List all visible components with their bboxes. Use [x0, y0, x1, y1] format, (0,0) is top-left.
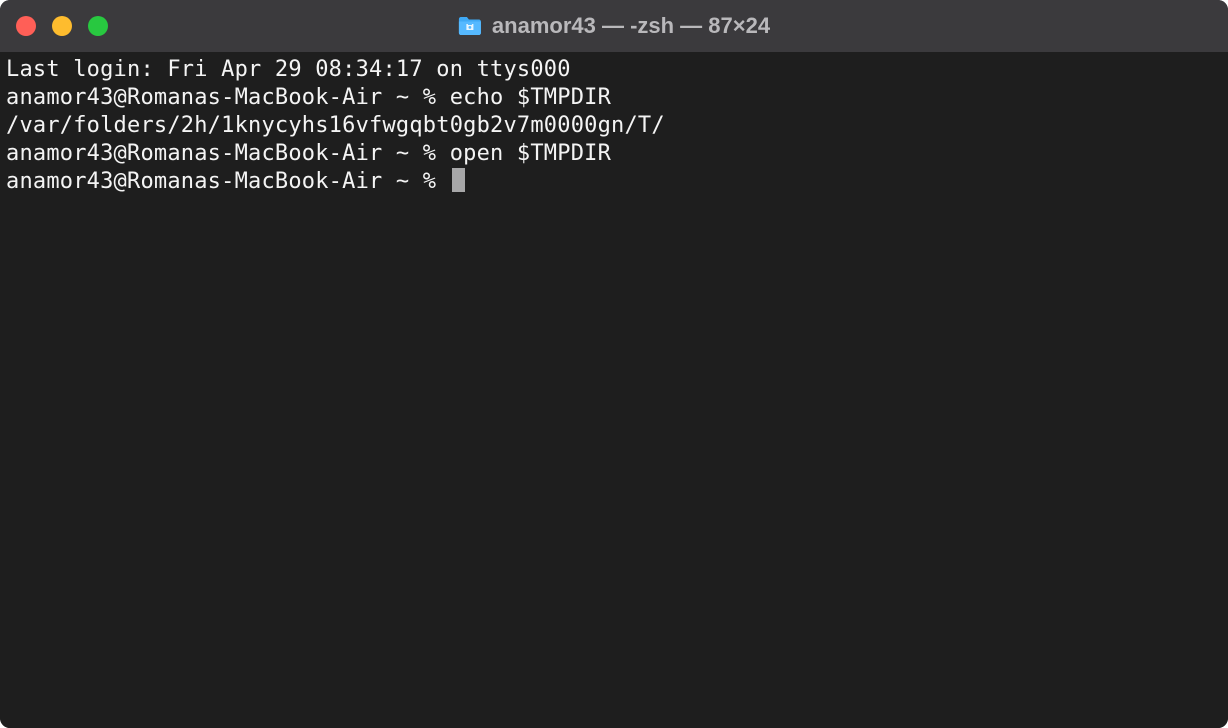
cursor-icon: [452, 168, 465, 192]
minimize-icon[interactable]: [52, 16, 72, 36]
terminal-line: anamor43@Romanas-MacBook-Air ~ % echo $T…: [6, 84, 1222, 112]
close-icon[interactable]: [16, 16, 36, 36]
window-controls: [16, 16, 108, 36]
window-title-group: anamor43 — -zsh — 87×24: [458, 13, 770, 39]
titlebar[interactable]: anamor43 — -zsh — 87×24: [0, 0, 1228, 52]
terminal-window: anamor43 — -zsh — 87×24 Last login: Fri …: [0, 0, 1228, 728]
terminal-line: Last login: Fri Apr 29 08:34:17 on ttys0…: [6, 56, 1222, 84]
terminal-line: /var/folders/2h/1knycyhs16vfwgqbt0gb2v7m…: [6, 112, 1222, 140]
terminal-line: anamor43@Romanas-MacBook-Air ~ % open $T…: [6, 140, 1222, 168]
terminal-prompt-text: anamor43@Romanas-MacBook-Air ~ %: [6, 169, 450, 194]
window-title: anamor43 — -zsh — 87×24: [492, 13, 770, 39]
terminal-body[interactable]: Last login: Fri Apr 29 08:34:17 on ttys0…: [0, 52, 1228, 728]
maximize-icon[interactable]: [88, 16, 108, 36]
terminal-prompt-line: anamor43@Romanas-MacBook-Air ~ %: [6, 168, 1222, 196]
folder-icon: [458, 16, 482, 36]
